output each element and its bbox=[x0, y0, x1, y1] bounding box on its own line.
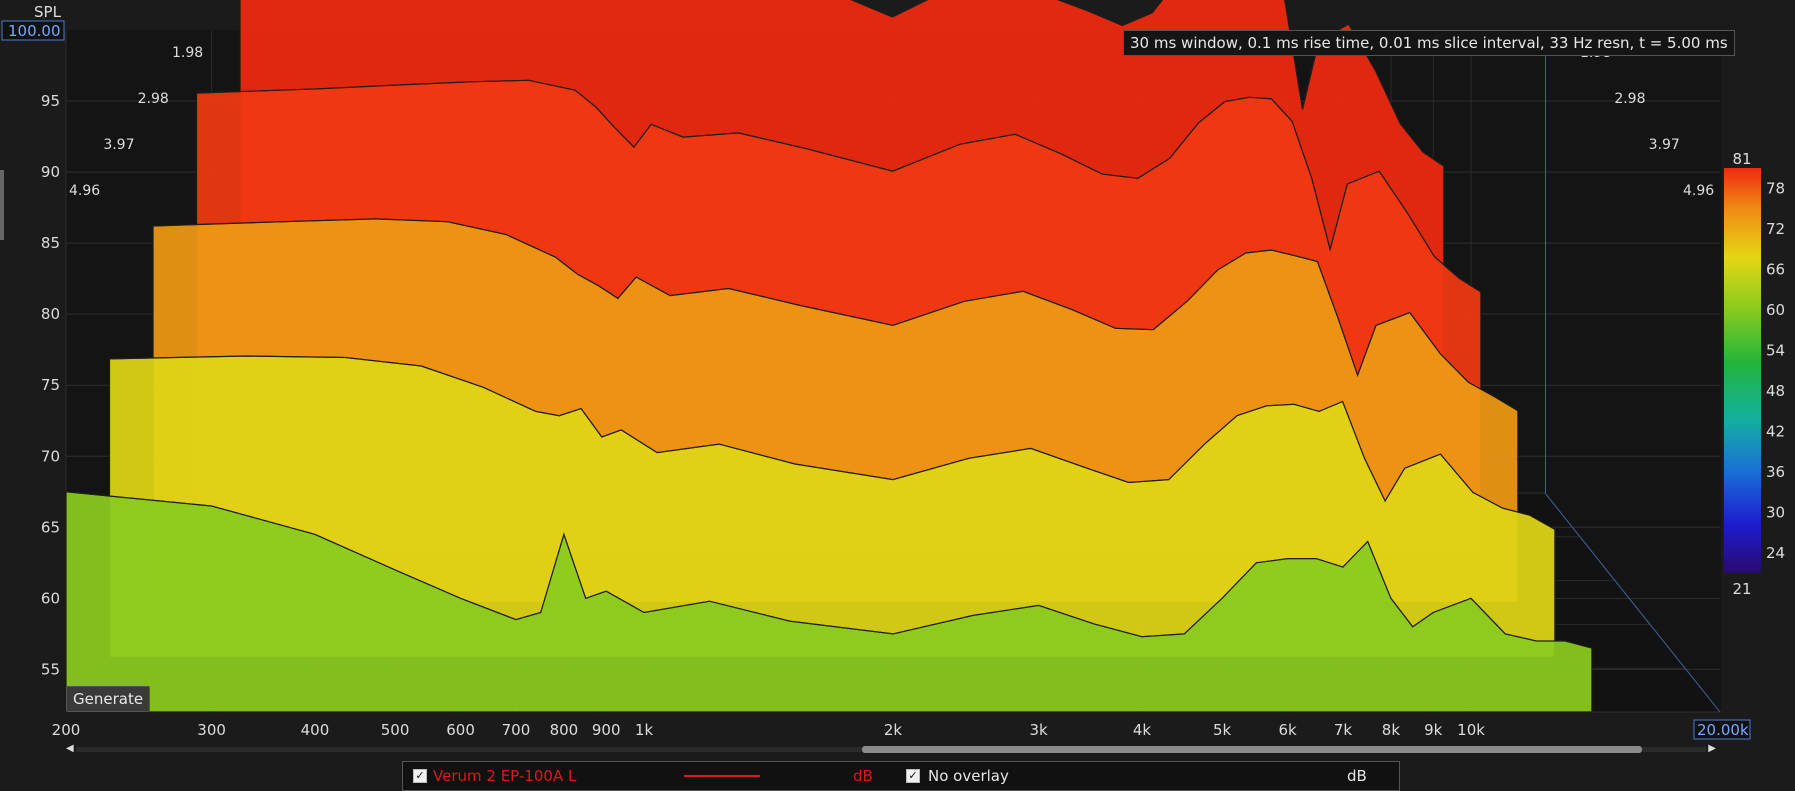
y-tick-label: 95 bbox=[41, 92, 60, 110]
x-tick-label: 800 bbox=[550, 721, 579, 739]
x-tick-label: 6k bbox=[1278, 721, 1297, 739]
overlay-label[interactable]: No overlay bbox=[928, 767, 1009, 785]
y-axis-label: SPL bbox=[34, 3, 62, 21]
x-tick-label: 900 bbox=[592, 721, 621, 739]
time-label-left: 3.97 bbox=[103, 137, 134, 153]
x-tick-label: 5k bbox=[1213, 721, 1232, 739]
colorbar-max-label: 81 bbox=[1732, 150, 1751, 168]
colorbar-tick-label: 60 bbox=[1766, 301, 1785, 319]
y-tick-label: 55 bbox=[41, 660, 60, 678]
params-readout: 30 ms window, 0.1 ms rise time, 0.01 ms … bbox=[1123, 30, 1735, 56]
x-tick-label: 600 bbox=[446, 721, 475, 739]
colorbar-tick-label: 78 bbox=[1766, 179, 1785, 197]
y-tick-label: 90 bbox=[41, 163, 60, 181]
x-max-value[interactable]: 20.00k bbox=[1697, 721, 1749, 739]
x-tick-label: 7k bbox=[1334, 721, 1353, 739]
horizontal-scrollbar[interactable]: ◀ ▶ bbox=[66, 742, 1716, 756]
x-tick-label: 10k bbox=[1457, 721, 1485, 739]
y-tick-label: 85 bbox=[41, 234, 60, 252]
generate-button[interactable]: Generate bbox=[66, 686, 151, 712]
colorbar: 81 21 24 30 36 42 48 54 60 66 72 78 bbox=[1724, 150, 1785, 598]
x-tick-label: 400 bbox=[301, 721, 330, 739]
colorbar-tick-label: 48 bbox=[1766, 382, 1785, 400]
colorbar-gradient bbox=[1724, 168, 1761, 573]
x-tick-label: 200 bbox=[52, 721, 81, 739]
colorbar-tick-label: 42 bbox=[1766, 422, 1785, 440]
scroll-left-arrow-icon[interactable]: ◀ bbox=[66, 743, 76, 755]
x-tick-label: 1k bbox=[635, 721, 654, 739]
trace-unit: dB bbox=[853, 767, 873, 785]
waterfall-plot: 55 60 65 70 75 80 85 90 95 200 300 400 500 600 700 800… bbox=[1, 0, 1785, 740]
scroll-right-arrow-icon[interactable]: ▶ bbox=[1706, 743, 1716, 755]
legend-bar: ✓ Verum 2 EP-100A L dB ✓ No overlay dB bbox=[402, 761, 1400, 791]
time-label-right: 2.98 bbox=[1614, 91, 1645, 107]
y-axis-ticks: 55 60 65 70 75 80 85 90 95 bbox=[41, 92, 60, 678]
y-tick-label: 65 bbox=[41, 518, 60, 536]
x-tick-label: 9k bbox=[1424, 721, 1443, 739]
time-label-left: 1.98 bbox=[172, 45, 203, 61]
overlay-checkbox[interactable]: ✓ bbox=[906, 769, 920, 783]
y-tick-label: 75 bbox=[41, 376, 60, 394]
x-tick-label: 2k bbox=[884, 721, 903, 739]
colorbar-tick-label: 24 bbox=[1766, 544, 1785, 562]
overlay-unit: dB bbox=[1347, 767, 1367, 785]
colorbar-min-label: 21 bbox=[1732, 580, 1751, 598]
trace-name[interactable]: Verum 2 EP-100A L bbox=[433, 767, 576, 785]
x-axis-ticks: 200 300 400 500 600 700 800 900 1k 2k 3k 4k 5k 6k 7k 8k… bbox=[52, 721, 1486, 739]
time-label-right: 4.96 bbox=[1683, 183, 1714, 199]
colorbar-tick-label: 36 bbox=[1766, 463, 1785, 481]
colorbar-tick-label: 66 bbox=[1766, 260, 1785, 278]
side-splitter[interactable] bbox=[0, 170, 4, 240]
x-tick-label: 3k bbox=[1030, 721, 1049, 739]
colorbar-tick-label: 72 bbox=[1766, 220, 1785, 238]
x-tick-label: 300 bbox=[197, 721, 226, 739]
trace-color-swatch bbox=[684, 775, 760, 777]
y-tick-label: 70 bbox=[41, 447, 60, 465]
trace-checkbox[interactable]: ✓ bbox=[413, 769, 427, 783]
y-max-value[interactable]: 100.00 bbox=[8, 22, 61, 40]
y-tick-label: 80 bbox=[41, 305, 60, 323]
x-tick-label: 500 bbox=[381, 721, 410, 739]
waterfall-surface bbox=[65, 0, 1593, 713]
time-label-left: 2.98 bbox=[138, 91, 169, 107]
colorbar-tick-label: 54 bbox=[1766, 341, 1785, 359]
scroll-thumb[interactable] bbox=[862, 746, 1642, 753]
time-label-right: 3.97 bbox=[1649, 137, 1680, 153]
y-tick-label: 60 bbox=[41, 589, 60, 607]
x-tick-label: 4k bbox=[1133, 721, 1152, 739]
x-tick-label: 700 bbox=[502, 721, 531, 739]
time-label-left: 4.96 bbox=[69, 183, 100, 199]
x-tick-label: 8k bbox=[1382, 721, 1401, 739]
colorbar-tick-label: 30 bbox=[1766, 503, 1785, 521]
